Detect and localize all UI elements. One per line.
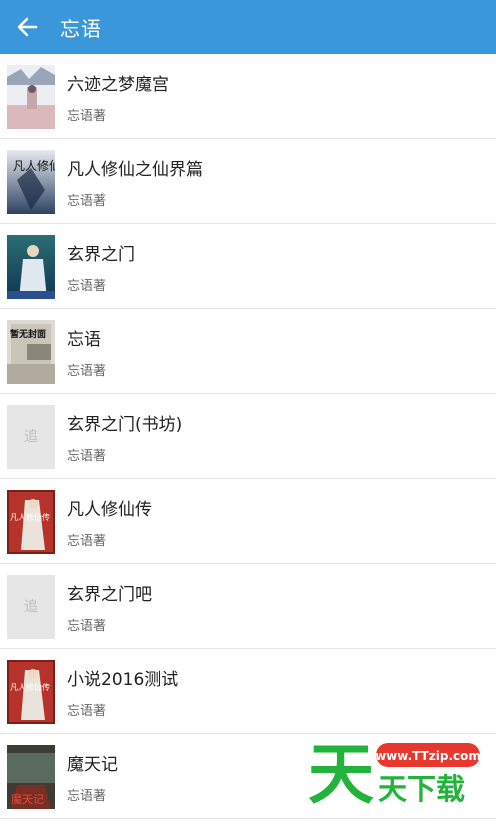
book-author: 忘语著 bbox=[67, 449, 107, 464]
book-cover: 凡人修仙 bbox=[7, 150, 55, 214]
book-cover-placeholder: 追 bbox=[7, 405, 55, 469]
book-author: 忘语著 bbox=[67, 109, 107, 124]
book-author: 忘语著 bbox=[67, 789, 107, 804]
app-screen: 忘语 六迹之梦魔宫 忘语著 凡人修仙 bbox=[0, 0, 496, 825]
cover-no-cover-text: 暂无封面 bbox=[10, 328, 46, 340]
book-title: 玄界之门吧 bbox=[67, 585, 152, 605]
book-author: 忘语著 bbox=[67, 534, 107, 549]
watermark-url: www.TTzip.com bbox=[375, 749, 481, 763]
book-title: 魔天记 bbox=[67, 755, 118, 775]
book-cover bbox=[7, 65, 55, 129]
app-bar: 忘语 bbox=[0, 0, 496, 54]
book-list-item[interactable]: 暂无封面 忘语 忘语著 bbox=[0, 309, 496, 394]
book-cover: 暂无封面 bbox=[7, 320, 55, 384]
book-author: 忘语著 bbox=[67, 619, 107, 634]
book-list-item[interactable]: 六迹之梦魔宫 忘语著 bbox=[0, 54, 496, 139]
book-author: 忘语著 bbox=[67, 364, 107, 379]
back-button[interactable] bbox=[0, 0, 54, 54]
arrow-left-icon bbox=[17, 17, 38, 37]
book-list-item[interactable]: 追 玄界之门吧 忘语著 bbox=[0, 564, 496, 649]
cover-title-text: 凡人修仙 bbox=[13, 158, 55, 173]
book-list-item[interactable]: 凡人修仙传 小说2016测试 忘语著 bbox=[0, 649, 496, 734]
book-list-item[interactable]: 凡人修仙传 凡人修仙传 忘语著 bbox=[0, 479, 496, 564]
book-cover bbox=[7, 235, 55, 299]
watermark-logo: 天 bbox=[308, 736, 374, 813]
book-list-item[interactable]: 追 玄界之门(书坊) 忘语著 bbox=[0, 394, 496, 479]
watermark-text: 天下载 bbox=[378, 772, 465, 806]
cover-title-text: 凡人修仙传 bbox=[10, 512, 50, 522]
book-title: 凡人修仙之仙界篇 bbox=[67, 160, 203, 180]
book-cover: 凡人修仙传 bbox=[7, 660, 55, 724]
book-list-item[interactable]: 玄界之门 忘语著 bbox=[0, 224, 496, 309]
book-cover: 魔天记 bbox=[7, 745, 55, 809]
site-watermark: www.TTzip.com 天 天下载 bbox=[308, 736, 481, 813]
page-title: 忘语 bbox=[60, 16, 102, 41]
book-cover: 凡人修仙传 bbox=[7, 490, 55, 554]
placeholder-logo-text: 追 bbox=[24, 429, 38, 445]
book-list: 六迹之梦魔宫 忘语著 凡人修仙 凡人修仙之仙界篇 忘语著 bbox=[0, 54, 496, 819]
cover-title-text: 魔天记 bbox=[11, 792, 44, 806]
book-title: 忘语 bbox=[67, 330, 101, 350]
cover-title-text: 凡人修仙传 bbox=[10, 682, 50, 692]
book-cover-placeholder: 追 bbox=[7, 575, 55, 639]
book-list-item[interactable]: 凡人修仙 凡人修仙之仙界篇 忘语著 bbox=[0, 139, 496, 224]
book-author: 忘语著 bbox=[67, 194, 107, 209]
book-title: 凡人修仙传 bbox=[67, 500, 152, 520]
book-author: 忘语著 bbox=[67, 704, 107, 719]
book-title: 玄界之门 bbox=[67, 245, 135, 265]
book-title: 玄界之门(书坊) bbox=[67, 415, 183, 435]
book-title: 六迹之梦魔宫 bbox=[67, 75, 169, 95]
book-title: 小说2016测试 bbox=[67, 670, 179, 690]
book-author: 忘语著 bbox=[67, 279, 107, 294]
placeholder-logo-text: 追 bbox=[24, 599, 38, 615]
